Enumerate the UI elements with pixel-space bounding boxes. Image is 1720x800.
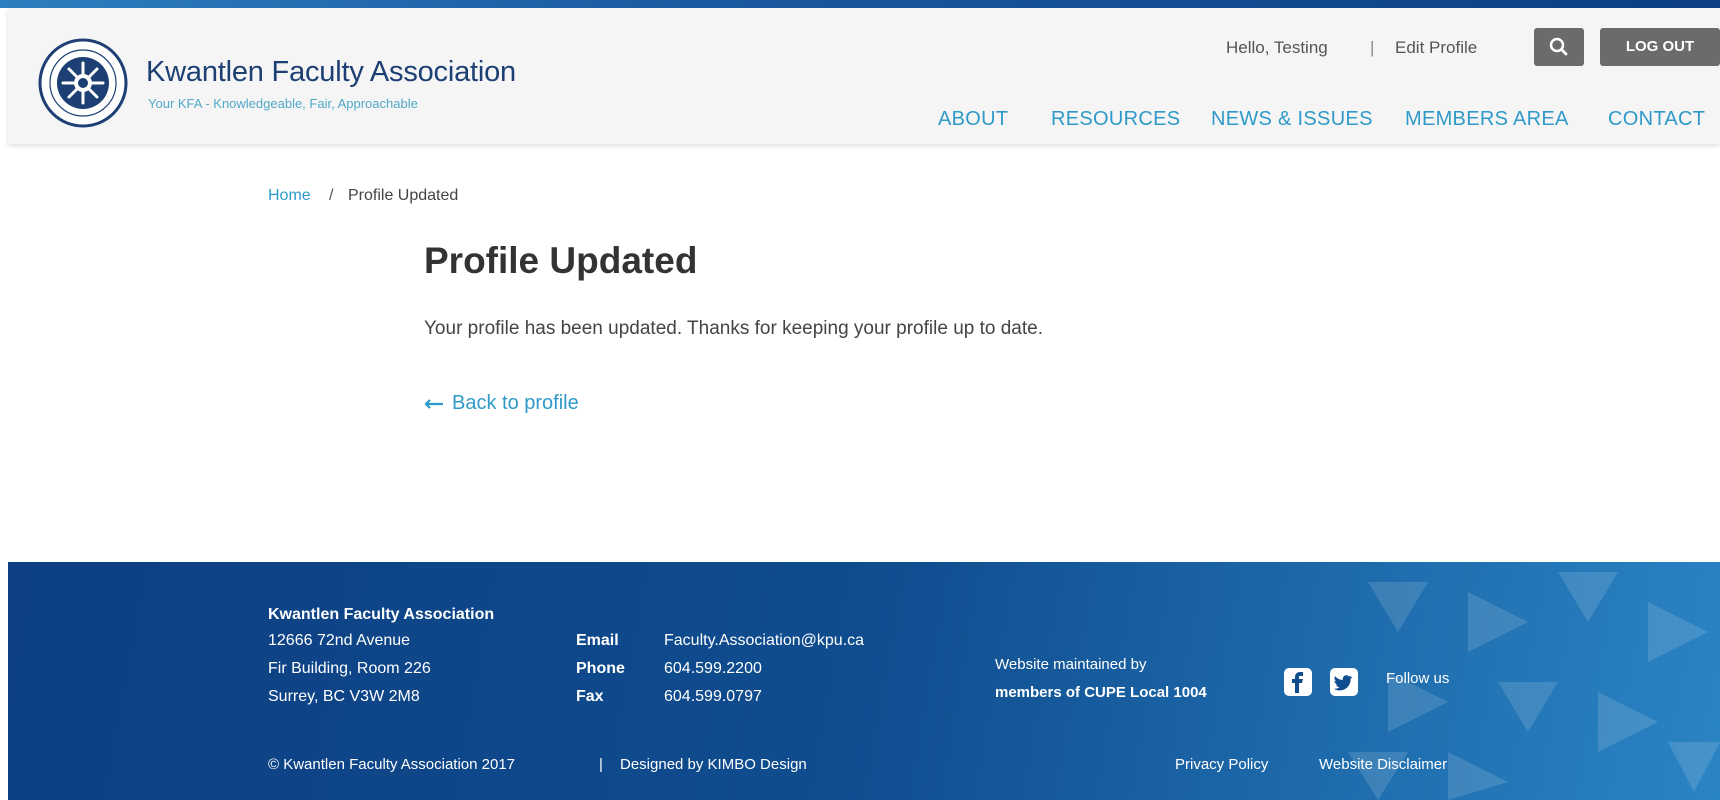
footer-follow-us-link[interactable]: Follow us <box>1386 670 1449 687</box>
top-accent-bar <box>0 0 1720 8</box>
footer-email-label: Email <box>576 632 619 649</box>
site-title[interactable]: Kwantlen Faculty Association <box>146 56 516 89</box>
facebook-icon[interactable] <box>1284 668 1312 696</box>
footer-fax-label: Fax <box>576 688 604 705</box>
footer-email-link[interactable]: Faculty.Association@kpu.ca <box>664 632 864 650</box>
nav-item-about[interactable]: ABOUT <box>938 108 1008 131</box>
footer-cupe-link[interactable]: members of CUPE Local 1004 <box>995 684 1207 701</box>
breadcrumb-home[interactable]: Home <box>268 187 311 205</box>
kfa-logo[interactable] <box>38 38 128 128</box>
logout-button[interactable]: LOG OUT <box>1600 28 1720 66</box>
footer-address-line: Surrey, BC V3W 2M8 <box>268 688 420 705</box>
footer-copyright: © Kwantlen Faculty Association 2017 <box>268 756 516 773</box>
back-to-profile-link[interactable]: Back to profile <box>424 392 579 415</box>
nav-item-members-area[interactable]: MEMBERS AREA <box>1405 108 1569 131</box>
footer-address-line: 12666 72nd Avenue <box>268 632 411 649</box>
footer-org-name: Kwantlen Faculty Association <box>268 606 495 623</box>
site-tagline: Your KFA - Knowledgeable, Fair, Approach… <box>148 96 418 111</box>
search-button[interactable] <box>1534 28 1584 66</box>
nav-item-resources[interactable]: RESOURCES <box>1051 108 1180 131</box>
breadcrumb-separator: / <box>329 187 334 204</box>
confirmation-message: Your profile has been updated. Thanks fo… <box>424 318 1043 339</box>
page-title: Profile Updated <box>424 240 698 281</box>
edit-profile-link[interactable]: Edit Profile <box>1395 38 1477 58</box>
footer-separator: | <box>599 756 603 773</box>
footer-maintained-by: Website maintained by <box>995 656 1147 673</box>
site-header: Kwantlen Faculty Association Your KFA - … <box>8 8 1720 144</box>
footer-address-line: Fir Building, Room 226 <box>268 660 431 677</box>
footer-privacy-link[interactable]: Privacy Policy <box>1175 756 1268 773</box>
footer-phone-value: 604.599.2200 <box>664 660 762 677</box>
footer-disclaimer-link[interactable]: Website Disclaimer <box>1319 756 1447 773</box>
footer-phone-label: Phone <box>576 660 625 677</box>
search-icon <box>1549 37 1568 56</box>
nav-item-news-issues[interactable]: NEWS & ISSUES <box>1211 108 1373 131</box>
site-footer: Kwantlen Faculty Association 12666 72nd … <box>8 562 1720 800</box>
nav-item-contact[interactable]: CONTACT <box>1608 108 1705 131</box>
footer-designer-link[interactable]: Designed by KIMBO Design <box>620 756 807 773</box>
user-greeting: Hello, Testing <box>1226 38 1328 57</box>
header-separator: | <box>1370 38 1375 57</box>
twitter-icon[interactable] <box>1330 668 1358 696</box>
arrow-left-icon <box>424 392 444 415</box>
footer-fax-value: 604.599.0797 <box>664 688 762 705</box>
back-to-profile-label: Back to profile <box>452 392 579 414</box>
breadcrumb-current: Profile Updated <box>348 187 459 204</box>
